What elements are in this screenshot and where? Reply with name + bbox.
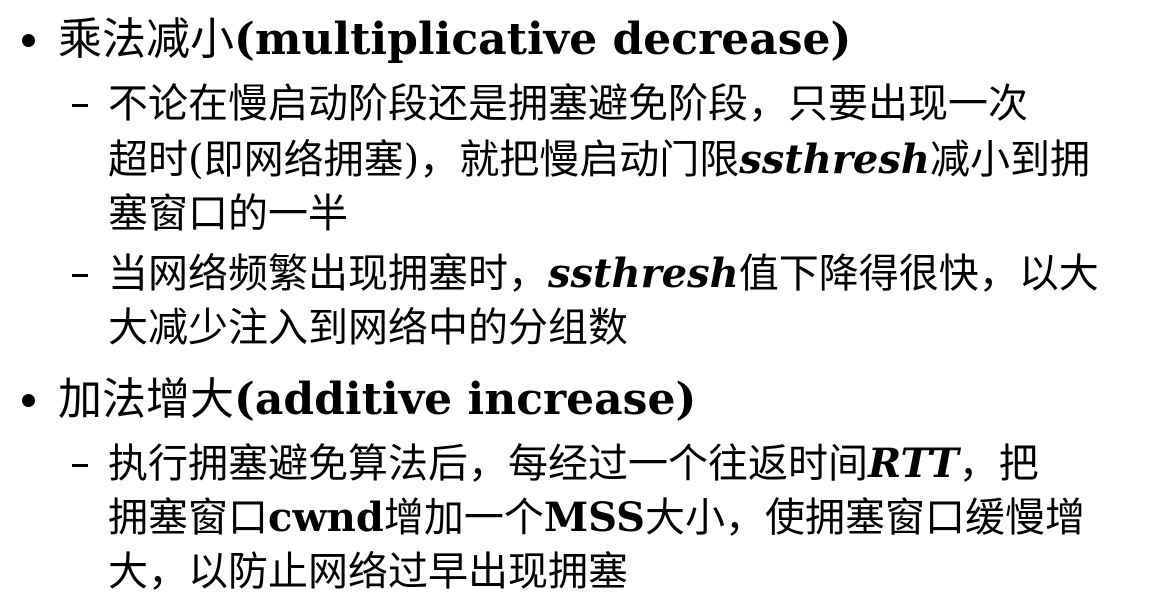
sub-line: 超时(即网络拥塞)，就把慢启动门限ssthresh减小到拥: [108, 136, 1090, 183]
dash-marker: [72, 274, 88, 277]
bullet-dot: [22, 394, 35, 407]
cwnd-term: cwnd: [268, 494, 384, 541]
rtt-term: RTT: [868, 440, 959, 487]
dash-marker: [72, 104, 88, 107]
heading-additive-increase: 加法增大(additive increase): [58, 378, 696, 422]
ssthresh-term: ssthresh: [548, 250, 739, 297]
heading-cn: 乘法减小: [58, 14, 234, 65]
heading-en: (additive increase): [234, 374, 697, 425]
sub-line: 不论在慢启动阶段还是拥塞避免阶段，只要出现一次: [108, 81, 1028, 127]
sub-line: 当网络频繁出现拥塞时，ssthresh值下降得很快，以大: [108, 250, 1099, 297]
sub-line: 塞窗口的一半: [108, 191, 348, 237]
heading-cn: 加法增大: [58, 374, 234, 425]
sub-line: 大减少注入到网络中的分组数: [108, 305, 628, 351]
sub-line: 执行拥塞避免算法后，每经过一个往返时间RTT，把: [108, 440, 1039, 487]
heading-multiplicative-decrease: 乘法减小(multiplicative decrease): [58, 18, 851, 62]
slide: 乘法减小(multiplicative decrease) 不论在慢启动阶段还是…: [0, 0, 1160, 599]
sub-line: 拥塞窗口cwnd增加一个MSS大小，使拥塞窗口缓慢增: [108, 494, 1086, 541]
sub-line: 大，以防止网络过早出现拥塞: [108, 549, 628, 595]
bullet-dot: [22, 34, 35, 47]
heading-en: (multiplicative decrease): [234, 14, 852, 65]
ssthresh-term: ssthresh: [739, 136, 930, 183]
mss-term: MSS: [543, 494, 646, 541]
dash-marker: [72, 464, 88, 467]
